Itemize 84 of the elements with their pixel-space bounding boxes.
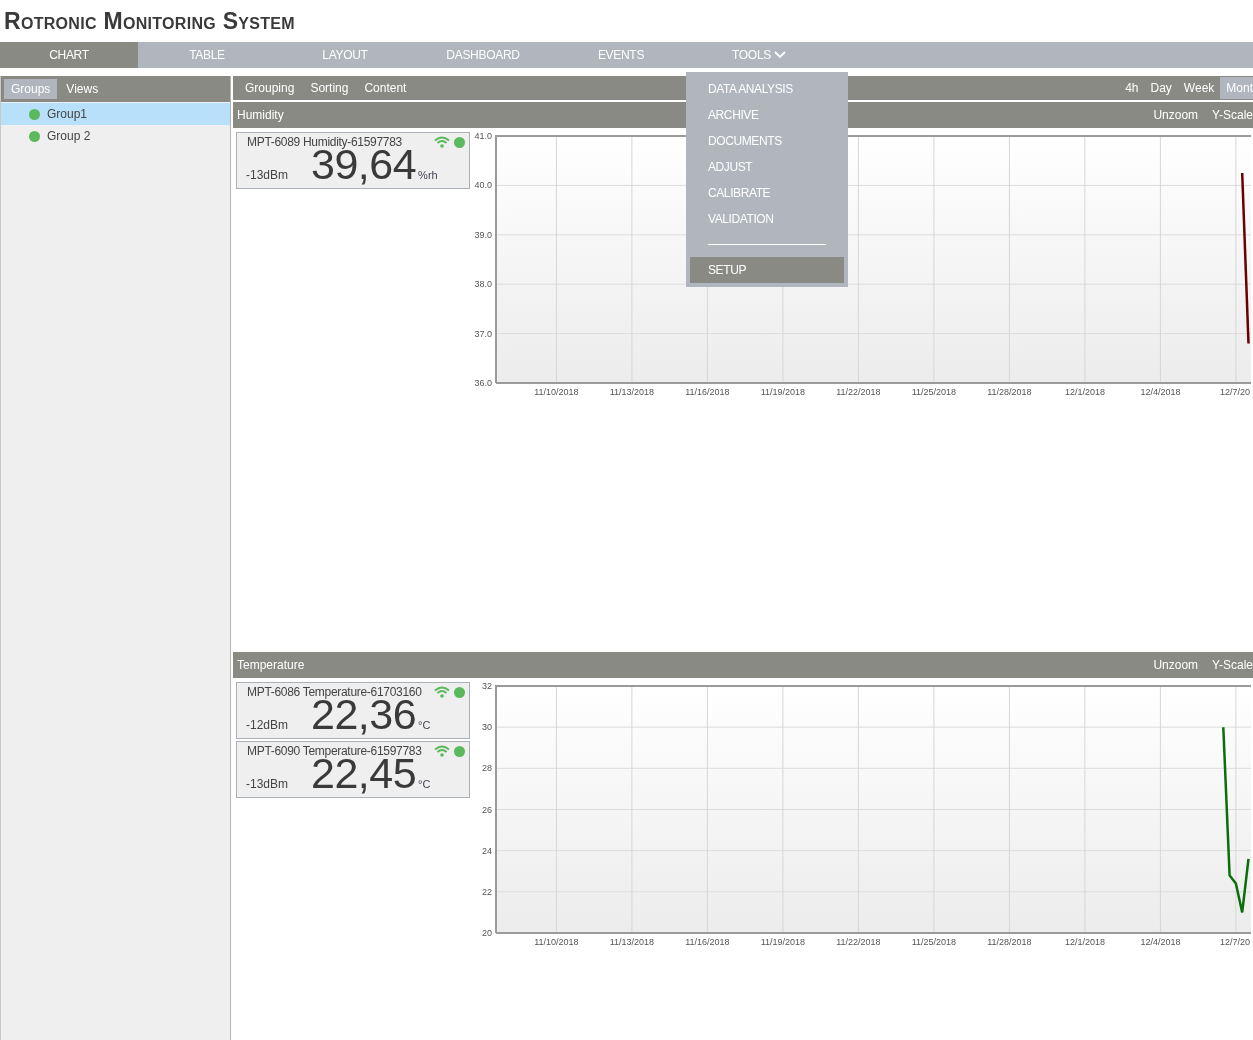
- chevron-down-icon: [774, 51, 786, 59]
- time-range-button[interactable]: Mont: [1220, 77, 1253, 99]
- unit-label: °C: [418, 778, 431, 790]
- panel-title: Humidity: [237, 108, 284, 122]
- menu-item[interactable]: ARCHIVE: [690, 102, 844, 128]
- group-label: Group 2: [47, 129, 91, 143]
- y-axis-label: 36.0: [474, 378, 492, 388]
- x-axis-label: 11/19/2018: [760, 387, 806, 397]
- menu-item[interactable]: DATA ANALYSIS: [690, 76, 844, 102]
- y-axis-label: 22: [482, 886, 492, 897]
- y-axis-label: 32: [482, 681, 492, 691]
- toolbar-button[interactable]: Grouping: [237, 77, 303, 99]
- x-axis-label: 11/16/2018: [685, 937, 730, 947]
- group-label: Group1: [47, 107, 88, 121]
- nav-tab[interactable]: TOOLS: [690, 42, 828, 68]
- sidebar-tab[interactable]: Groups: [4, 79, 58, 99]
- nav-tab[interactable]: DASHBOARD: [414, 42, 552, 68]
- x-axis-label: 11/25/2018: [911, 387, 957, 397]
- x-axis-label: 11/22/2018: [836, 387, 881, 397]
- chart-action-button[interactable]: Y-Scale: [1205, 104, 1253, 126]
- nav-tab[interactable]: TABLE: [138, 42, 276, 68]
- menu-item[interactable]: CALIBRATE: [690, 180, 844, 206]
- nav-tab[interactable]: LAYOUT: [276, 42, 414, 68]
- toolbar-button[interactable]: Sorting: [302, 77, 357, 99]
- x-axis-label: 11/16/2018: [685, 387, 730, 397]
- unit-label: %rh: [418, 169, 438, 181]
- chart-action-button[interactable]: Y-Scale: [1205, 654, 1253, 676]
- y-axis-label: 38.0: [474, 279, 492, 290]
- menu-item[interactable]: DOCUMENTS: [690, 128, 844, 154]
- time-range-button[interactable]: Week: [1177, 77, 1221, 99]
- y-axis-label: 28: [482, 763, 492, 774]
- x-axis-label: 12/4/2018: [1140, 387, 1181, 397]
- wifi-icon: [434, 136, 450, 148]
- x-axis-label: 11/25/2018: [911, 937, 957, 947]
- group-item[interactable]: Group 2: [1, 125, 230, 147]
- menu-item[interactable]: SETUP: [690, 257, 844, 283]
- signal-strength: -13dBm: [246, 168, 290, 182]
- status-dot-icon: [29, 130, 40, 142]
- sidebar-tab[interactable]: Views: [59, 79, 106, 99]
- y-axis-label: 26: [482, 804, 492, 815]
- x-axis-label: 11/13/2018: [609, 937, 655, 947]
- chart-action-button[interactable]: Unzoom: [1146, 654, 1206, 676]
- x-axis-label: 12/4/2018: [1140, 937, 1181, 947]
- y-axis-label: 30: [482, 722, 492, 733]
- x-axis-label: 11/10/2018: [534, 937, 579, 947]
- menu-item[interactable]: VALIDATION: [690, 206, 844, 232]
- y-axis-label: 37.0: [474, 328, 492, 339]
- x-axis-label: 11/13/2018: [609, 387, 655, 397]
- group-item[interactable]: Group1: [1, 103, 230, 125]
- status-dot-icon: [454, 136, 465, 148]
- panel-title: Temperature: [237, 658, 305, 672]
- x-axis-label: 11/22/2018: [836, 937, 881, 947]
- wifi-icon: [434, 745, 450, 757]
- x-axis-label: 12/7/20: [1219, 937, 1250, 947]
- x-axis-label: 11/19/2018: [760, 937, 806, 947]
- y-axis-label: 20: [482, 928, 492, 938]
- y-axis-label: 40.0: [474, 180, 492, 191]
- unit-label: °C: [418, 719, 431, 731]
- app-title: Rotronic Monitoring System: [4, 7, 295, 35]
- wifi-icon: [434, 686, 450, 698]
- y-axis-label: 24: [482, 845, 492, 856]
- signal-strength: -12dBm: [246, 718, 290, 732]
- x-axis-label: 11/28/2018: [987, 937, 1032, 947]
- time-range-button[interactable]: 4h: [1119, 77, 1145, 99]
- sensor-name: MPT-6089 Humidity-61597783: [247, 135, 403, 149]
- y-axis-label: 41.0: [474, 131, 492, 141]
- signal-strength: -13dBm: [246, 777, 290, 791]
- nav-tab[interactable]: CHART: [0, 42, 138, 68]
- chart-action-button[interactable]: Unzoom: [1146, 104, 1206, 126]
- x-axis-label: 12/1/2018: [1064, 387, 1105, 397]
- time-range-button[interactable]: Day: [1144, 77, 1178, 99]
- x-axis-label: 11/10/2018: [534, 387, 579, 397]
- x-axis-label: 12/7/20: [1219, 387, 1250, 397]
- y-axis-label: 39.0: [474, 229, 492, 240]
- sensor-name: MPT-6090 Temperature-61597783: [247, 744, 423, 758]
- x-axis-label: 11/28/2018: [987, 387, 1032, 397]
- menu-item[interactable]: ADJUST: [690, 154, 844, 180]
- sensor-name: MPT-6086 Temperature-61703160: [247, 685, 423, 699]
- status-dot-icon: [454, 745, 465, 757]
- nav-tab[interactable]: EVENTS: [552, 42, 690, 68]
- toolbar-button[interactable]: Content: [356, 77, 415, 99]
- status-dot-icon: [29, 108, 40, 120]
- x-axis-label: 12/1/2018: [1064, 937, 1105, 947]
- status-dot-icon: [454, 686, 465, 698]
